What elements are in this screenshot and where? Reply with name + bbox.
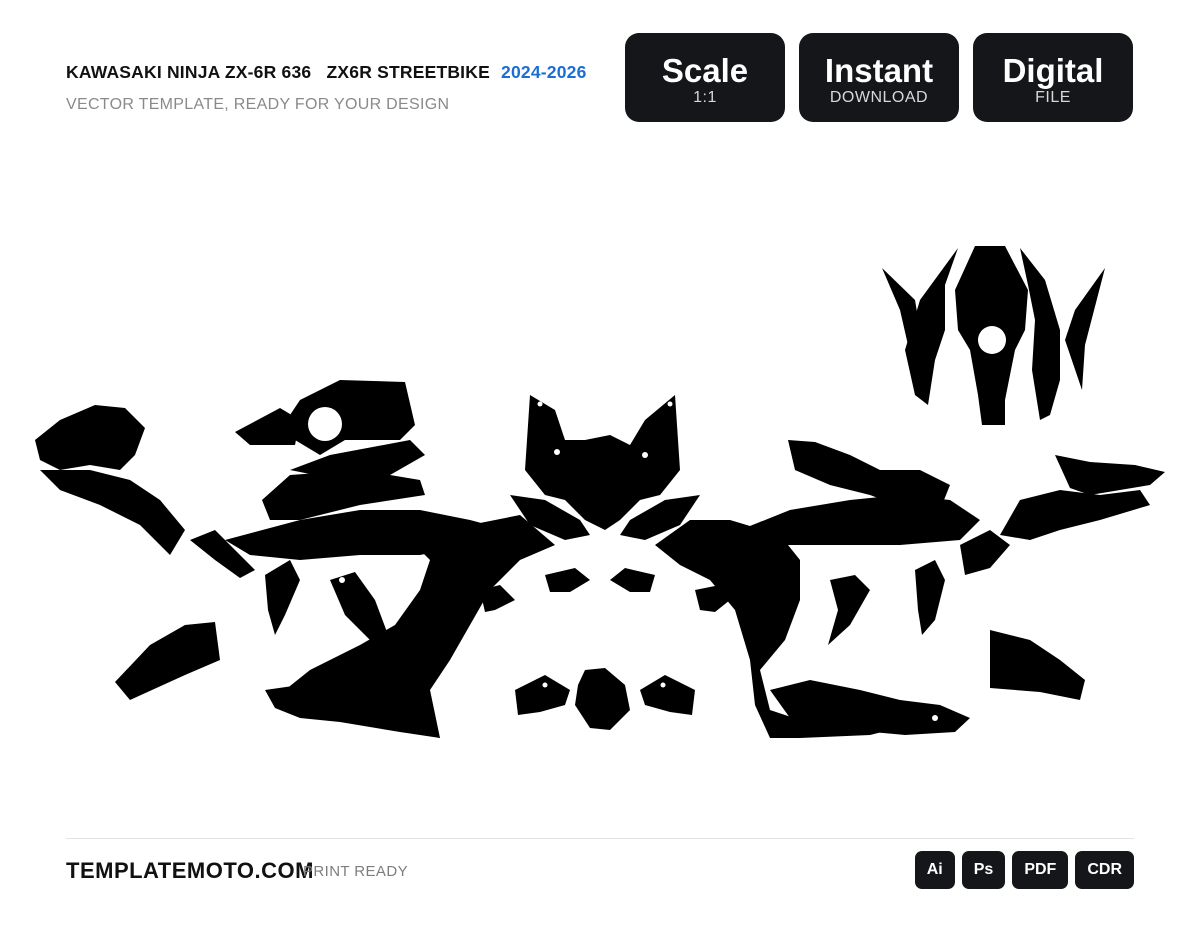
- product-subtitle: VECTOR TEMPLATE, READY FOR YOUR DESIGN: [66, 96, 450, 113]
- product-model: KAWASAKI NINJA ZX-6R 636 ZX6R STREETBIKE: [66, 62, 490, 82]
- format-badge-ps: Ps: [961, 851, 1006, 889]
- digital-badge-title: Digital: [1002, 52, 1104, 89]
- right-small-part-d: [960, 530, 1010, 575]
- scale-badge-caption: 1:1: [693, 89, 717, 106]
- left-tail-strip-part: [40, 470, 185, 555]
- right-tail-strip-part: [1000, 490, 1150, 540]
- tail-right-wing-part: [1020, 248, 1060, 420]
- right-small-part-a: [915, 560, 945, 635]
- tail-right-tip-part: [1065, 268, 1105, 390]
- instant-badge-caption: DOWNLOAD: [829, 89, 929, 106]
- right-small-part-b: [828, 575, 870, 645]
- left-tail-piece-part: [35, 405, 145, 470]
- nose-chin-left-part: [515, 675, 570, 715]
- format-badge-cdr: CDR: [1075, 851, 1134, 889]
- left-fender-part: [115, 622, 220, 700]
- left-tank-front-part: [235, 408, 300, 445]
- center-small-right-part: [610, 568, 655, 592]
- left-small-part-a: [265, 560, 300, 635]
- file-format-list: Ai Ps PDF CDR: [914, 851, 1134, 889]
- instant-badge: Instant DOWNLOAD: [799, 33, 959, 122]
- left-small-part-c: [480, 585, 515, 612]
- instant-badge-title: Instant: [824, 52, 934, 89]
- right-belly-part: [770, 680, 970, 735]
- product-years: 2024-2026: [501, 62, 587, 82]
- scale-badge: Scale 1:1: [625, 33, 785, 122]
- digital-badge: Digital FILE: [973, 33, 1133, 122]
- format-badge-ai: Ai: [914, 851, 955, 889]
- tail-left-tip-part: [882, 268, 920, 345]
- center-small-left-part: [545, 568, 590, 592]
- digital-badge-caption: FILE: [1035, 89, 1071, 106]
- tail-hole-part: [978, 326, 1006, 354]
- right-tail-piece-part: [1055, 455, 1165, 495]
- nose-chin-right-part: [640, 675, 695, 715]
- left-small-part-b: [330, 572, 390, 645]
- footer-divider: [66, 838, 1134, 839]
- format-badge-pdf: PDF: [1012, 851, 1069, 889]
- nose-chin-part: [575, 668, 630, 730]
- brand-name: TEMPLATEMOTO.COM: [66, 858, 314, 883]
- brand-tag: PRINT READY: [303, 863, 408, 880]
- left-fuel-hole-part: [308, 407, 342, 441]
- right-fender-part: [990, 630, 1085, 700]
- fairing-template-artwork: [35, 246, 1165, 738]
- product-title: KAWASAKI NINJA ZX-6R 636 ZX6R STREETBIKE…: [66, 62, 587, 83]
- fairing-parts: [35, 246, 1165, 738]
- scale-badge-title: Scale: [661, 52, 749, 89]
